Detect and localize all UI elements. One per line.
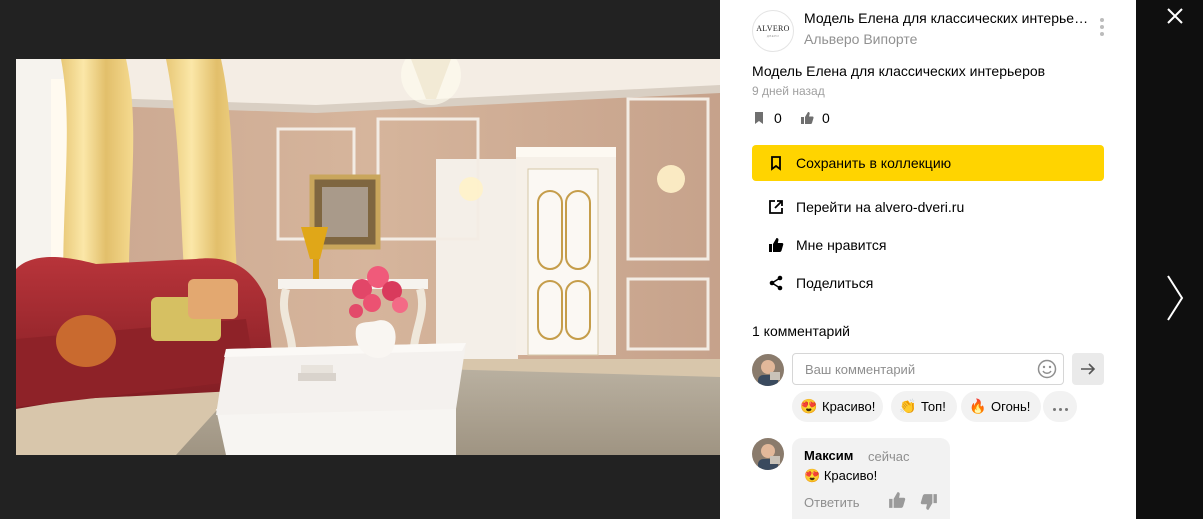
close-button[interactable] xyxy=(1164,5,1186,27)
author-avatar[interactable]: ALVERO ДВЕРИ xyxy=(752,10,794,52)
comment-emoji: 😍 xyxy=(804,468,821,483)
more-reactions-button[interactable] xyxy=(1043,391,1077,422)
bookmark-icon xyxy=(755,112,763,124)
more-horizontal-icon xyxy=(1051,399,1069,414)
visit-site-link[interactable]: Перейти на alvero-dveri.ru xyxy=(768,199,964,215)
reaction-label: Топ! xyxy=(921,399,946,414)
image-viewer: ALVERO ДВЕРИ Модель Елена для классическ… xyxy=(0,0,1203,519)
info-panel: ALVERO ДВЕРИ Модель Елена для классическ… xyxy=(720,0,1136,519)
reaction-emoji: 😍 xyxy=(800,398,818,414)
like-label: Мне нравится xyxy=(796,237,887,253)
current-user-avatar xyxy=(752,354,784,386)
post-description: Модель Елена для классических интерьеров xyxy=(752,63,1046,79)
comment-item: Максим сейчас 😍 Красиво! Ответить xyxy=(792,438,950,519)
author-logo-subtext: ДВЕРИ xyxy=(766,34,780,38)
comment-author[interactable]: Максим xyxy=(804,448,853,463)
thumb-up-icon xyxy=(801,112,814,124)
image-stage xyxy=(0,0,720,519)
post-title: Модель Елена для классических интерьеров xyxy=(804,10,1089,26)
author-logo-text: ALVERO xyxy=(756,24,790,33)
comment-like-button[interactable] xyxy=(888,491,906,509)
external-link-icon xyxy=(769,200,783,214)
like-button[interactable]: Мне нравится xyxy=(768,237,886,253)
likes-count: 0 xyxy=(822,110,830,126)
interior-photo[interactable] xyxy=(16,59,720,455)
save-to-collection-label: Сохранить в коллекцию xyxy=(796,155,952,171)
comment-time: сейчас xyxy=(868,449,910,464)
quick-reaction-fire[interactable]: 🔥 Огонь! xyxy=(961,391,1041,422)
thumb-down-icon xyxy=(920,494,937,510)
smile-icon xyxy=(1037,359,1057,379)
comment-body: Красиво! xyxy=(823,468,878,483)
reaction-label: Красиво! xyxy=(822,399,876,414)
saves-count: 0 xyxy=(774,110,782,126)
next-image-button[interactable] xyxy=(1162,273,1186,323)
author-name[interactable]: Альверо Випорте xyxy=(804,31,917,47)
post-time: 9 дней назад xyxy=(752,84,825,98)
reply-button[interactable]: Ответить xyxy=(804,495,860,510)
comment-input[interactable] xyxy=(792,353,1064,385)
comment-text: 😍 Красиво! xyxy=(804,468,877,484)
share-icon xyxy=(769,275,783,291)
more-vertical-icon xyxy=(1096,18,1108,36)
comments-count: 1 комментарий xyxy=(752,323,850,339)
reaction-emoji: 👏 xyxy=(899,398,917,414)
emoji-picker-button[interactable] xyxy=(1037,359,1057,379)
arrow-right-icon xyxy=(1081,363,1096,375)
saves-stat: 0 xyxy=(752,110,782,126)
quick-reaction-top[interactable]: 👏 Топ! xyxy=(891,391,957,422)
bookmark-icon xyxy=(771,156,781,171)
comment-dislike-button[interactable] xyxy=(920,493,938,511)
save-to-collection-button[interactable]: Сохранить в коллекцию xyxy=(752,145,1104,181)
commenter-avatar[interactable] xyxy=(752,438,784,470)
reaction-emoji: 🔥 xyxy=(969,398,987,414)
thumb-up-icon xyxy=(769,238,784,252)
thumb-up-icon xyxy=(889,492,906,508)
send-comment-button[interactable] xyxy=(1072,353,1104,385)
chevron-right-icon xyxy=(1167,275,1184,321)
reaction-label: Огонь! xyxy=(991,399,1031,414)
more-options-button[interactable] xyxy=(1096,16,1108,38)
share-label: Поделиться xyxy=(796,275,874,291)
share-button[interactable]: Поделиться xyxy=(768,275,873,291)
quick-reaction-beautiful[interactable]: 😍 Красиво! xyxy=(792,391,883,422)
visit-site-label: Перейти на alvero-dveri.ru xyxy=(796,199,965,215)
close-icon xyxy=(1167,8,1183,24)
likes-stat: 0 xyxy=(800,110,830,126)
